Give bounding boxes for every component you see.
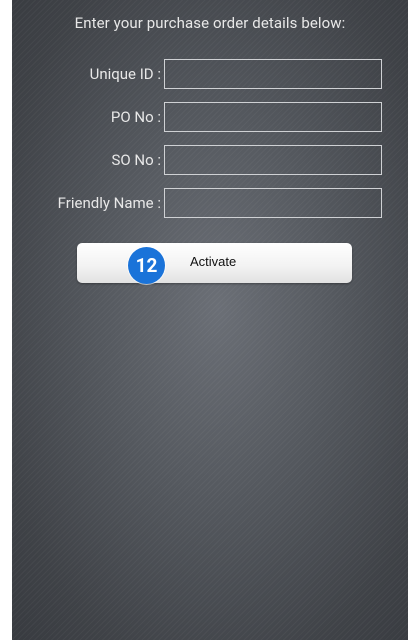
unique-id-label: Unique ID : — [89, 65, 161, 83]
so-no-row: SO No : — [12, 145, 408, 177]
so-no-label: SO No : — [111, 151, 161, 169]
form-heading: Enter your purchase order details below: — [74, 14, 346, 32]
unique-id-row: Unique ID : — [12, 59, 408, 91]
friendly-name-row: Friendly Name : — [12, 188, 408, 220]
activate-button[interactable]: 12 Activate — [77, 243, 352, 284]
friendly-name-label: Friendly Name : — [57, 194, 161, 212]
friendly-name-input[interactable] — [164, 188, 382, 218]
activate-button-label: Activate — [190, 254, 237, 269]
so-no-input[interactable] — [164, 145, 382, 175]
po-no-input[interactable] — [164, 102, 382, 132]
screen: Enter your purchase order details below:… — [12, 0, 408, 640]
step-number-badge: 12 — [128, 247, 165, 284]
po-no-row: PO No : — [12, 102, 408, 134]
po-no-label: PO No : — [110, 108, 161, 126]
unique-id-input[interactable] — [164, 59, 382, 89]
